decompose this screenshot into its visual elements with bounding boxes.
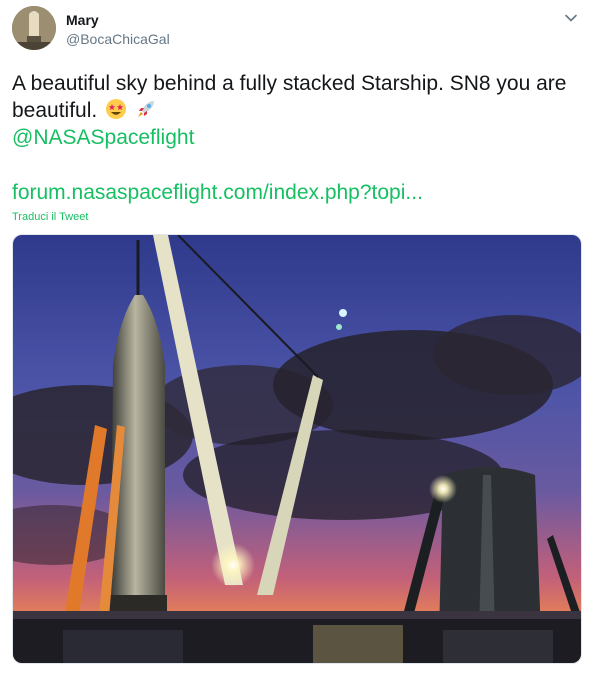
user-name[interactable]: Mary	[66, 12, 99, 28]
avatar[interactable]	[12, 6, 56, 50]
star-struck-emoji	[105, 98, 127, 120]
tweet-card: Mary @BocaChicaGal A beautiful sky behin…	[0, 0, 593, 673]
translate-tweet-link[interactable]: Traduci il Tweet	[12, 211, 88, 223]
mention-link[interactable]: @NASASpaceflight	[12, 124, 194, 151]
rocket-emoji	[135, 98, 157, 120]
tweet-photo[interactable]	[12, 234, 582, 664]
tweet-body: A beautiful sky behind a fully stacked S…	[12, 72, 567, 122]
tweet-text: A beautiful sky behind a fully stacked S…	[12, 70, 582, 124]
chevron-down-icon[interactable]	[563, 10, 579, 26]
url-link[interactable]: forum.nasaspaceflight.com/index.php?topi…	[12, 179, 423, 206]
user-handle[interactable]: @BocaChicaGal	[66, 31, 170, 47]
